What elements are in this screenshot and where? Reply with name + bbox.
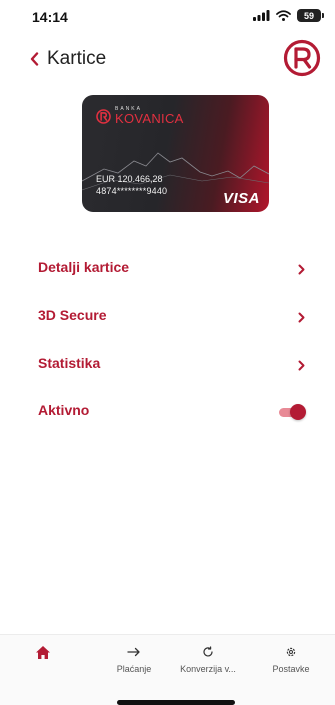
menu-item-label: Detalji kartice — [38, 259, 130, 275]
card-bank-name: KOVANICA — [115, 111, 184, 126]
kovanica-logo[interactable] — [283, 39, 321, 77]
back-button[interactable]: Kartice — [30, 48, 106, 70]
nav-label: Postavke — [272, 664, 310, 674]
chevron-right-icon — [298, 360, 305, 371]
visa-logo: VISA — [222, 190, 260, 207]
card-bank-logo: BANKA KOVANICA — [96, 107, 184, 125]
card-balance: EUR 120.466,28 — [96, 174, 163, 184]
wifi-icon — [276, 10, 291, 21]
toggle-thumb — [290, 404, 306, 420]
battery-icon: 59 — [297, 9, 324, 22]
active-label: Aktivno — [38, 402, 90, 418]
menu-item-statistics[interactable]: Statistika — [0, 345, 335, 385]
home-indicator — [117, 700, 235, 705]
arrow-right-icon — [127, 643, 141, 661]
menu-item-3d-secure[interactable]: 3D Secure — [0, 297, 335, 337]
menu-item-label: 3D Secure — [38, 307, 107, 323]
status-time: 14:14 — [32, 9, 68, 25]
card-logo-text: BANKA KOVANICA — [115, 107, 184, 126]
signal-icon — [253, 10, 270, 21]
card-number: 4874********9440 — [96, 186, 168, 196]
refresh-icon — [202, 643, 214, 661]
page-title: Kartice — [47, 48, 107, 69]
active-toggle[interactable] — [277, 403, 306, 421]
home-icon — [35, 643, 51, 661]
menu-item-label: Statistika — [38, 355, 101, 371]
nav-item-settings[interactable]: Postavke — [253, 643, 329, 685]
nav-item-home[interactable] — [5, 643, 81, 685]
menu-item-card-details[interactable]: Detalji kartice — [0, 249, 335, 289]
nav-item-payment[interactable]: Plaćanje — [96, 643, 172, 685]
chevron-left-icon — [30, 52, 39, 66]
status-icons: 59 — [253, 9, 324, 22]
payment-card[interactable]: BANKA KOVANICA EUR 120.466,28 4874******… — [82, 95, 269, 212]
bottom-nav: Plaćanje Konverzija v... Postavke — [0, 634, 335, 705]
gear-icon — [285, 643, 297, 661]
menu-item-active: Aktivno — [0, 392, 335, 432]
kovanica-logo-small — [96, 108, 111, 124]
nav-label: Plaćanje — [116, 664, 152, 674]
status-bar: 14:14 59 — [0, 0, 335, 34]
header: Kartice — [0, 36, 335, 84]
chevron-right-icon — [298, 264, 305, 275]
chevron-right-icon — [298, 312, 305, 323]
nav-label: Konverzija v... — [180, 664, 236, 674]
nav-item-conversion[interactable]: Konverzija v... — [170, 643, 246, 685]
